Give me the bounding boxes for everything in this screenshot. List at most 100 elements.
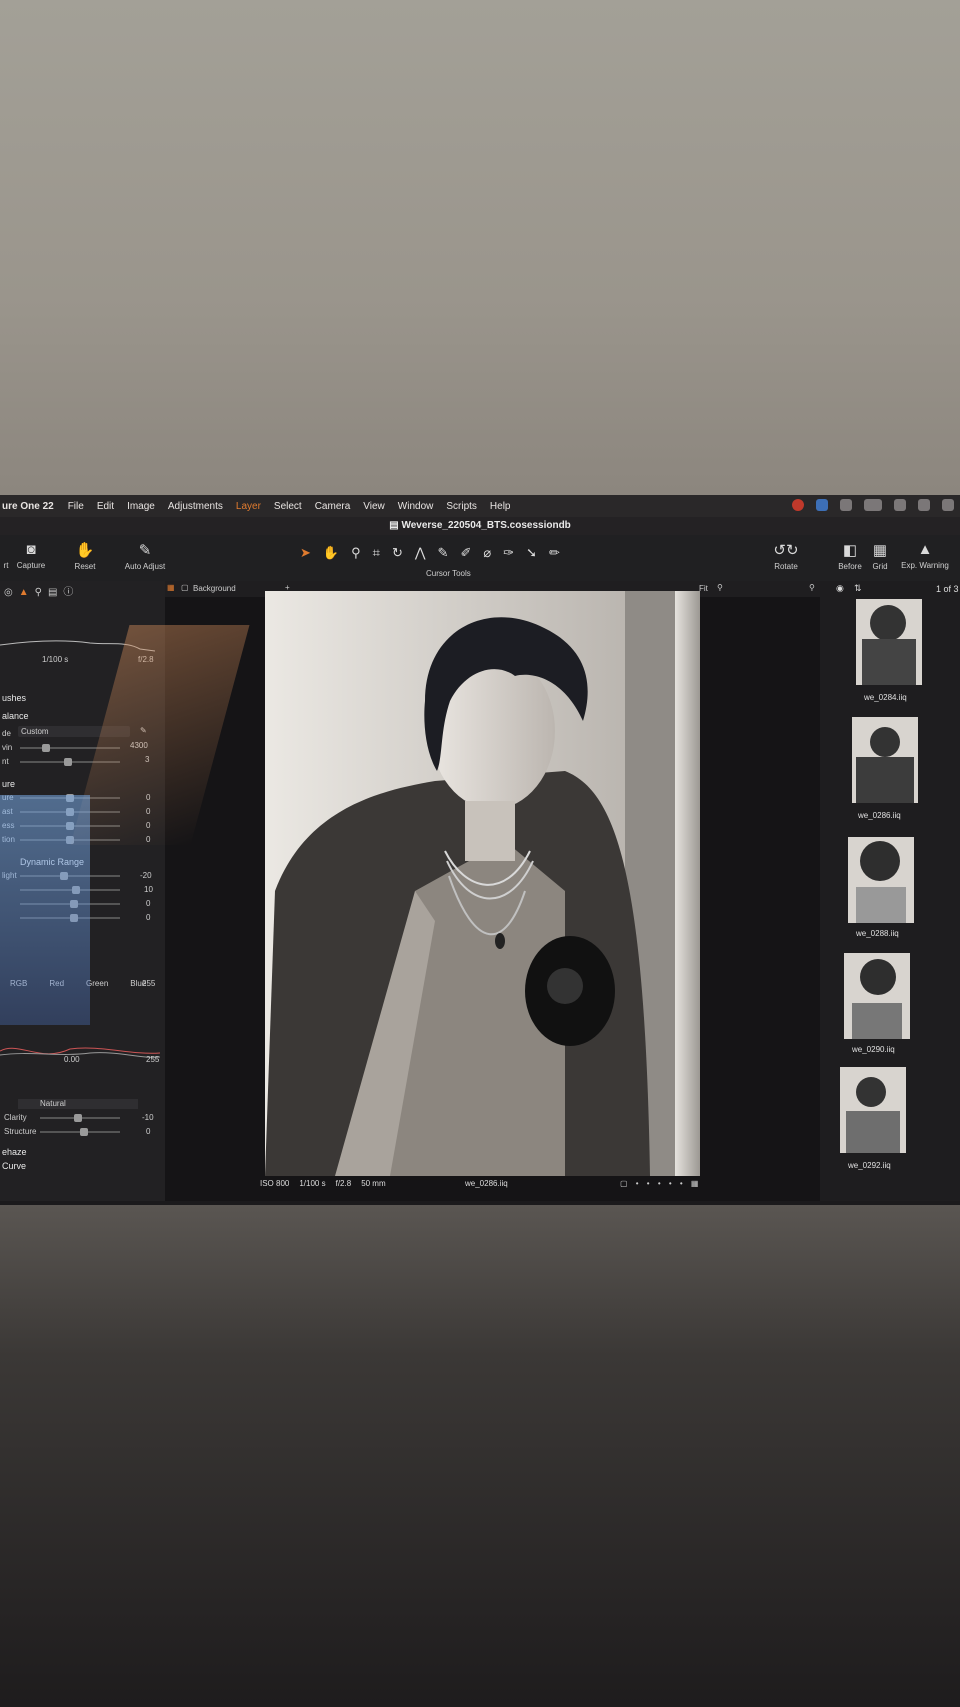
- thumbnail-label: we_0290.iiq: [852, 1045, 895, 1054]
- layers-tab-icon[interactable]: ◎: [4, 587, 19, 598]
- zoom-icon[interactable]: ⚲: [717, 583, 723, 592]
- menu-view[interactable]: View: [363, 501, 385, 512]
- menu-window[interactable]: Window: [398, 501, 434, 512]
- heal-tool-icon[interactable]: ✑: [503, 545, 514, 561]
- grid-view-icon[interactable]: ▦: [167, 583, 175, 592]
- dehaze-section-title[interactable]: ehaze: [2, 1147, 27, 1157]
- window-title-bar: ▤ Weverse_220504_BTS.cosessiondb: [0, 517, 960, 535]
- rotate-tool-icon[interactable]: ↻: [392, 545, 403, 561]
- brush-tool-icon[interactable]: ✎: [438, 545, 449, 561]
- monitor-screen: ure One 22 File Edit Image Adjustments L…: [0, 495, 960, 1205]
- thumbnail[interactable]: [840, 1067, 906, 1153]
- exposure-section-title[interactable]: ure: [2, 779, 15, 789]
- levels-top-value: 255: [142, 979, 156, 988]
- menu-help[interactable]: Help: [490, 501, 511, 512]
- kelvin-slider[interactable]: [20, 744, 120, 752]
- curve-section-title[interactable]: Curve: [2, 1161, 26, 1171]
- tint-label: nt: [2, 757, 9, 766]
- mask-icon[interactable]: ▢: [181, 583, 189, 592]
- select-tool-icon[interactable]: ➤: [300, 545, 311, 561]
- menu-select[interactable]: Select: [274, 501, 302, 512]
- keyboard-icon[interactable]: [840, 499, 852, 511]
- channel-green-tab[interactable]: Green: [86, 979, 108, 988]
- clarity-method-select[interactable]: Natural: [18, 1099, 138, 1109]
- crop-tool-icon[interactable]: ⌗: [373, 545, 380, 561]
- thumbnail[interactable]: [852, 717, 918, 803]
- layer-name[interactable]: Background: [193, 584, 236, 593]
- menu-camera[interactable]: Camera: [315, 501, 351, 512]
- thumbnail[interactable]: [848, 837, 914, 923]
- before-icon: ◧: [842, 542, 858, 559]
- rotate-button[interactable]: ↺↻ Rotate: [766, 541, 806, 571]
- menu-scripts[interactable]: Scripts: [446, 501, 477, 512]
- shadow-row: 10: [0, 885, 160, 899]
- menu-edit[interactable]: Edit: [97, 501, 114, 512]
- pan-tool-icon[interactable]: ✋: [323, 545, 339, 561]
- levels-low-value[interactable]: 0.00: [64, 1055, 80, 1064]
- thumbnail[interactable]: [844, 953, 910, 1039]
- battery-icon[interactable]: [864, 499, 882, 511]
- gradient-tool-icon[interactable]: ⌀: [483, 545, 491, 561]
- image-viewer[interactable]: ▦ ▢ Background + Fit ⚲ ⚲ ISO 800 1/100 s…: [165, 581, 820, 1201]
- menu-image[interactable]: Image: [127, 501, 155, 512]
- erase-tool-icon[interactable]: ✐: [460, 545, 471, 561]
- thumbnail-label: we_0288.iiq: [856, 929, 899, 938]
- annotate-tool-icon[interactable]: ✏: [549, 545, 560, 561]
- import-button[interactable]: rt: [0, 541, 12, 570]
- white-balance-section-title[interactable]: alance: [2, 711, 29, 721]
- main-toolbar: rt ◙ Capture ✋ Reset ✎ Auto Adjust ➤ ✋ ⚲ ⌗ …: [0, 535, 960, 581]
- photo-metadata: ISO 800 1/100 s f/2.8 50 mm: [260, 1179, 386, 1188]
- saturation-row: tion 0: [2, 835, 151, 844]
- search-icon[interactable]: [918, 499, 930, 511]
- auto-adjust-button[interactable]: ✎ Auto Adjust: [122, 541, 168, 571]
- exposure-warning-button[interactable]: ▲ Exp. Warning: [896, 541, 954, 570]
- grid-button[interactable]: ▦ Grid: [864, 541, 896, 571]
- browser-header: ◉ ⇅ 1 of 3: [820, 581, 960, 597]
- wifi-icon[interactable]: [894, 499, 906, 511]
- warning-icon: ▲: [917, 541, 933, 558]
- search-tab-icon[interactable]: ⚲: [35, 587, 48, 598]
- rotate-icon: ↺↻: [773, 542, 799, 559]
- hdr-section-title[interactable]: Dynamic Range: [20, 857, 84, 867]
- tint-slider[interactable]: [20, 758, 120, 766]
- metadata-tab-icon[interactable]: ▤: [48, 587, 63, 598]
- zoom-tool-icon[interactable]: ⚲: [351, 545, 361, 561]
- brushes-section-title[interactable]: ushes: [2, 693, 26, 703]
- frame-edge: [675, 591, 700, 1176]
- eyedropper-icon[interactable]: ✎: [140, 726, 147, 735]
- channel-rgb-tab[interactable]: RGB: [10, 979, 27, 988]
- thumbnail-label: we_0292.iiq: [848, 1161, 891, 1170]
- info-tab-icon[interactable]: ⓘ: [63, 587, 79, 598]
- reset-button[interactable]: ✋ Reset: [68, 541, 102, 571]
- wb-mode-select[interactable]: Custom: [18, 726, 130, 737]
- keystone-tool-icon[interactable]: ⋀: [415, 545, 426, 561]
- thumbnail-label: we_0286.iiq: [858, 811, 901, 820]
- zoom-fit[interactable]: Fit: [699, 584, 708, 593]
- menu-layer[interactable]: Layer: [236, 501, 261, 512]
- grid-icon: ▦: [872, 542, 888, 559]
- adjustments-panel: ◎▲⚲▤ⓘ 1/100 s f/2.8 ushes alance de Cust…: [0, 581, 165, 1201]
- kelvin-value[interactable]: 4300: [130, 741, 148, 750]
- menu-file[interactable]: File: [68, 501, 84, 512]
- thumbnail[interactable]: [856, 599, 922, 685]
- channel-red-tab[interactable]: Red: [49, 979, 64, 988]
- rating-dots[interactable]: ▢ • • • • • ▦: [620, 1179, 701, 1188]
- sort-icon[interactable]: ⇅: [854, 583, 862, 594]
- app-menu[interactable]: ure One 22: [2, 501, 54, 512]
- before-button[interactable]: ◧ Before: [832, 541, 868, 571]
- picker-tool-icon[interactable]: ➘: [526, 545, 537, 561]
- app-tray-icon[interactable]: [816, 499, 828, 511]
- tool-tabs: ◎▲⚲▤ⓘ: [4, 583, 79, 598]
- exposure-row: ure 0: [2, 793, 151, 802]
- viewer-search-icon[interactable]: ⚲: [809, 583, 815, 592]
- record-icon[interactable]: [792, 499, 804, 511]
- capture-button[interactable]: ◙ Capture: [14, 541, 48, 570]
- eye-icon[interactable]: ◉: [836, 583, 844, 594]
- brightness-row: ess 0: [2, 821, 151, 830]
- control-center-icon[interactable]: [942, 499, 954, 511]
- exposure-rows: ure 0 ast 0 ess 0 tion 0: [0, 793, 160, 849]
- tint-value[interactable]: 3: [145, 755, 149, 764]
- adjust-tab-icon[interactable]: ▲: [19, 587, 35, 598]
- levels-high-value[interactable]: 255: [146, 1055, 159, 1064]
- menu-adjustments[interactable]: Adjustments: [168, 501, 223, 512]
